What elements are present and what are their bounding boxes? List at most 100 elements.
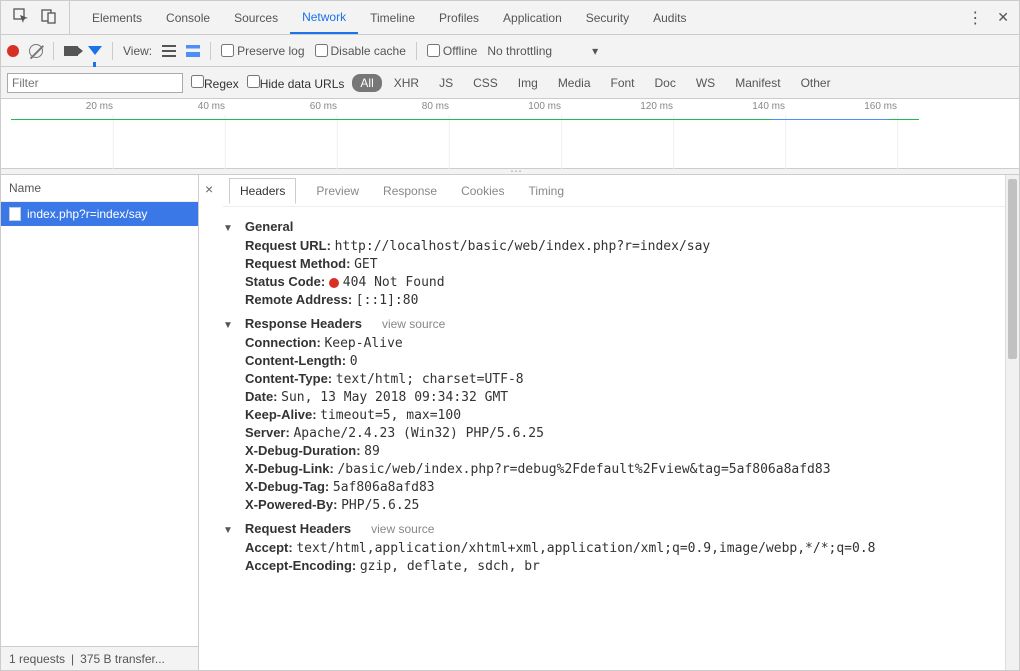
header-row: Keep-Alive: timeout=5, max=100 bbox=[245, 407, 1005, 423]
tab-sources[interactable]: Sources bbox=[222, 3, 290, 33]
detail-subtabs: Headers Preview Response Cookies Timing bbox=[223, 175, 1005, 207]
offline-checkbox[interactable]: Offline bbox=[427, 44, 477, 58]
filter-toggle-icon[interactable] bbox=[88, 46, 102, 55]
device-toggle-icon[interactable] bbox=[41, 8, 57, 27]
document-icon bbox=[9, 207, 21, 221]
tab-timeline[interactable]: Timeline bbox=[358, 3, 427, 33]
header-row: Status Code: 404 Not Found bbox=[245, 274, 1005, 290]
filter-bar: Regex Hide data URLs All XHRJSCSSImgMedia… bbox=[1, 67, 1019, 99]
type-filter-css[interactable]: CSS bbox=[465, 74, 506, 92]
screenshot-icon[interactable] bbox=[64, 46, 78, 56]
tab-security[interactable]: Security bbox=[574, 3, 641, 33]
header-row: X-Debug-Link: /basic/web/index.php?r=deb… bbox=[245, 461, 1005, 477]
header-row: Request Method: GET bbox=[245, 256, 1005, 272]
type-filter-img[interactable]: Img bbox=[510, 74, 546, 92]
timeline-tick: 160 ms bbox=[864, 101, 897, 112]
main-tabs: ElementsConsoleSourcesNetworkTimelinePro… bbox=[70, 2, 957, 34]
subtab-response[interactable]: Response bbox=[379, 178, 441, 204]
disable-cache-checkbox[interactable]: Disable cache bbox=[315, 44, 406, 58]
transfer-size: 375 B transfer... bbox=[80, 652, 165, 666]
type-filter-media[interactable]: Media bbox=[550, 74, 599, 92]
section-header[interactable]: Response Headersview source bbox=[223, 314, 1005, 333]
divider bbox=[210, 42, 211, 60]
section-header[interactable]: General bbox=[223, 217, 1005, 236]
request-row[interactable]: index.php?r=index/say bbox=[1, 202, 198, 226]
tab-console[interactable]: Console bbox=[154, 3, 222, 33]
type-filter-other[interactable]: Other bbox=[793, 74, 839, 92]
request-count: 1 requests bbox=[9, 652, 65, 666]
status-dot-icon bbox=[329, 278, 339, 288]
tab-network[interactable]: Network bbox=[290, 2, 358, 34]
section-header[interactable]: Request Headersview source bbox=[223, 519, 1005, 538]
name-column-header[interactable]: Name bbox=[1, 175, 198, 202]
type-filter-xhr[interactable]: XHR bbox=[386, 74, 427, 92]
view-label: View: bbox=[123, 44, 152, 58]
subtab-headers[interactable]: Headers bbox=[229, 178, 296, 204]
timeline-tick: 20 ms bbox=[86, 101, 113, 112]
header-row: X-Debug-Duration: 89 bbox=[245, 443, 1005, 459]
tab-profiles[interactable]: Profiles bbox=[427, 3, 491, 33]
timeline-tick: 140 ms bbox=[752, 101, 785, 112]
record-button[interactable] bbox=[7, 45, 19, 57]
status-bar: 1 requests | 375 B transfer... bbox=[1, 646, 198, 670]
throttling-dropdown[interactable]: No throttling ▾ bbox=[487, 44, 598, 58]
scrollbar-thumb[interactable] bbox=[1008, 179, 1017, 359]
network-toolbar: View: Preserve log Disable cache Offline… bbox=[1, 35, 1019, 67]
regex-checkbox[interactable]: Regex bbox=[191, 75, 239, 91]
type-filter-js[interactable]: JS bbox=[431, 74, 461, 92]
divider bbox=[112, 42, 113, 60]
view-source-link[interactable]: view source bbox=[371, 522, 434, 536]
list-view-icon[interactable] bbox=[162, 45, 176, 57]
devtools-topbar: ElementsConsoleSourcesNetworkTimelinePro… bbox=[1, 1, 1019, 35]
divider bbox=[53, 42, 54, 60]
header-row: Server: Apache/2.4.23 (Win32) PHP/5.6.25 bbox=[245, 425, 1005, 441]
preserve-log-checkbox[interactable]: Preserve log bbox=[221, 44, 304, 58]
type-filter-all[interactable]: All bbox=[352, 74, 381, 92]
scrollbar[interactable] bbox=[1005, 175, 1019, 670]
details-panel: × Headers Preview Response Cookies Timing Ge… bbox=[199, 175, 1019, 670]
inspect-group bbox=[1, 1, 70, 34]
headers-view: General Request URL: http://localhost/bas… bbox=[223, 207, 1005, 670]
header-row: Connection: Keep-Alive bbox=[245, 335, 1005, 351]
divider bbox=[416, 42, 417, 60]
type-filter-manifest[interactable]: Manifest bbox=[727, 74, 788, 92]
subtab-preview[interactable]: Preview bbox=[312, 178, 363, 204]
timeline-overview[interactable]: 20 ms 40 ms 60 ms 80 ms 100 ms 120 ms 140 ms 16… bbox=[1, 99, 1019, 169]
inspect-element-icon[interactable] bbox=[13, 8, 29, 27]
request-list-panel: Name index.php?r=index/say 1 requests | … bbox=[1, 175, 199, 670]
top-right-controls: ⋮ ✕ bbox=[957, 8, 1019, 28]
type-filter-ws[interactable]: WS bbox=[688, 74, 723, 92]
header-row: Content-Type: text/html; charset=UTF-8 bbox=[245, 371, 1005, 387]
header-row: Accept-Encoding: gzip, deflate, sdch, br bbox=[245, 558, 1005, 574]
tab-audits[interactable]: Audits bbox=[641, 3, 698, 33]
timeline-tick: 40 ms bbox=[198, 101, 225, 112]
close-details-icon[interactable]: × bbox=[205, 181, 213, 197]
main-row: Name index.php?r=index/say 1 requests | … bbox=[1, 175, 1019, 670]
header-row: Remote Address: [::1]:80 bbox=[245, 292, 1005, 308]
timeline-tick: 120 ms bbox=[640, 101, 673, 112]
waterfall-view-icon[interactable] bbox=[186, 45, 200, 57]
clear-button[interactable] bbox=[29, 44, 43, 58]
timeline-tick: 100 ms bbox=[528, 101, 561, 112]
view-source-link[interactable]: view source bbox=[382, 317, 445, 331]
timeline-tick: 80 ms bbox=[422, 101, 449, 112]
request-name: index.php?r=index/say bbox=[27, 207, 147, 221]
tab-application[interactable]: Application bbox=[491, 3, 574, 33]
header-row: X-Powered-By: PHP/5.6.25 bbox=[245, 497, 1005, 513]
timeline-tick: 60 ms bbox=[310, 101, 337, 112]
tab-elements[interactable]: Elements bbox=[80, 3, 154, 33]
timeline-bar-blue bbox=[771, 119, 889, 120]
header-row: Request URL: http://localhost/basic/web/… bbox=[245, 238, 1005, 254]
type-filter-font[interactable]: Font bbox=[603, 74, 643, 92]
subtab-timing[interactable]: Timing bbox=[524, 178, 568, 204]
header-row: Date: Sun, 13 May 2018 09:34:32 GMT bbox=[245, 389, 1005, 405]
close-devtools-icon[interactable]: ✕ bbox=[997, 9, 1009, 26]
type-filter-doc[interactable]: Doc bbox=[647, 74, 684, 92]
more-menu-icon[interactable]: ⋮ bbox=[967, 8, 983, 28]
type-filters: All XHRJSCSSImgMediaFontDocWSManifest Othe… bbox=[352, 74, 838, 92]
hide-data-urls-checkbox[interactable]: Hide data URLs bbox=[247, 75, 345, 91]
header-row: Accept: text/html,application/xhtml+xml,… bbox=[245, 540, 1005, 556]
header-row: X-Debug-Tag: 5af806a8afd83 bbox=[245, 479, 1005, 495]
filter-input[interactable] bbox=[7, 73, 183, 93]
subtab-cookies[interactable]: Cookies bbox=[457, 178, 508, 204]
